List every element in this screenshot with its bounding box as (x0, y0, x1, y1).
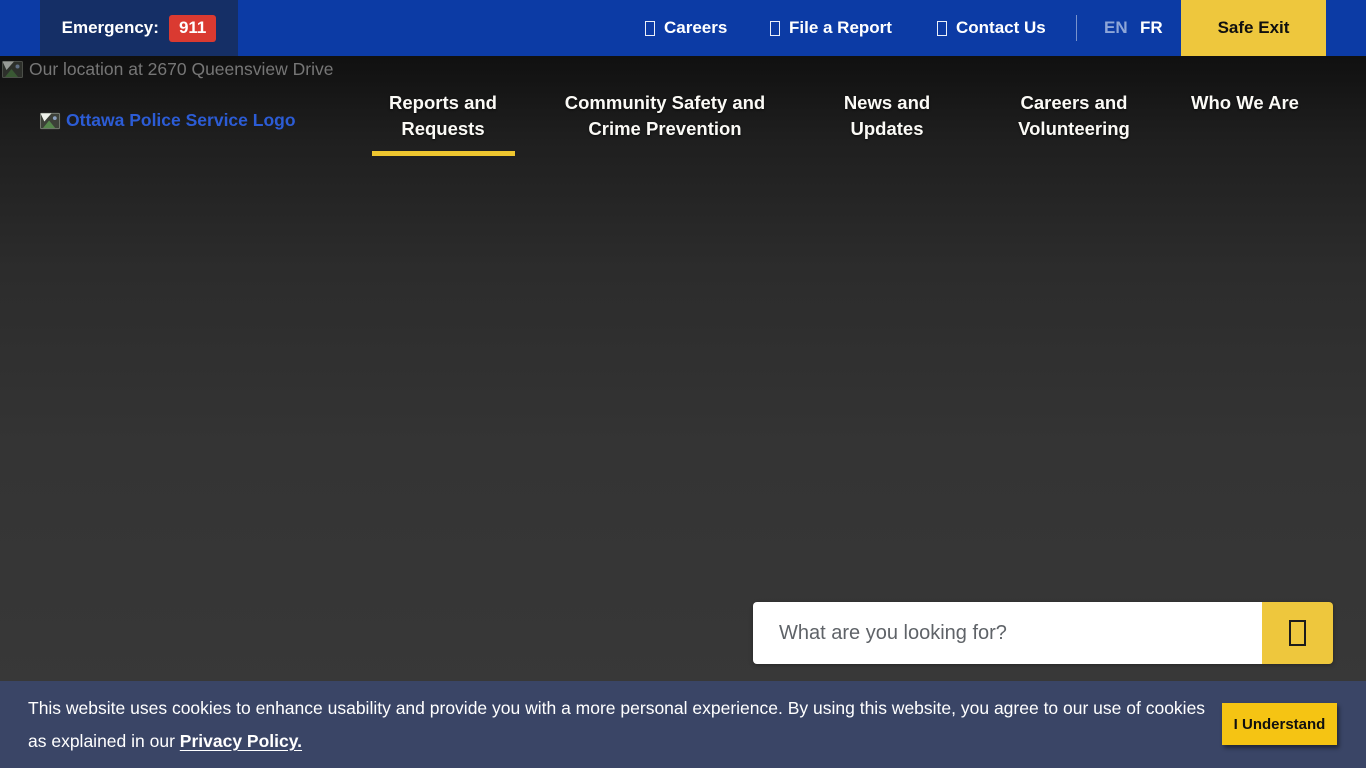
search-button[interactable] (1262, 602, 1333, 664)
emergency-911-badge[interactable]: 911 (169, 15, 216, 42)
logo-alt-text: Ottawa Police Service Logo (66, 110, 296, 131)
hero-image-alt-text: Our location at 2670 Queensview Drive (29, 59, 333, 80)
language-toggle-en[interactable]: EN (1104, 0, 1128, 56)
nav-careers-and-volunteering[interactable]: Careers and Volunteering (1006, 90, 1142, 142)
nav-label: Community Safety and Crime Prevention (565, 92, 765, 139)
topbar-divider (1076, 15, 1077, 41)
nav-news-and-updates[interactable]: News and Updates (831, 90, 943, 142)
search-input[interactable] (753, 602, 1262, 664)
site-logo-link[interactable]: Ottawa Police Service Logo (40, 110, 296, 131)
nav-who-we-are[interactable]: Who We Are (1191, 90, 1299, 116)
careers-link[interactable]: Careers (645, 0, 727, 56)
contact-us-link-label: Contact Us (956, 18, 1046, 38)
file-a-report-link-label: File a Report (789, 18, 892, 38)
broken-image-icon (40, 111, 62, 131)
nav-label: News and Updates (844, 92, 930, 139)
file-a-report-link[interactable]: File a Report (770, 0, 892, 56)
safe-exit-button[interactable]: Safe Exit (1181, 0, 1326, 56)
cookie-consent-banner: This website uses cookies to enhance usa… (0, 681, 1366, 768)
page: Our location at 2670 Queensview Drive Ot… (0, 0, 1366, 768)
nav-reports-and-requests[interactable]: Reports and Requests (363, 90, 523, 156)
contact-us-link[interactable]: Contact Us (937, 0, 1046, 56)
search-icon (1289, 620, 1306, 646)
nav-label: Who We Are (1191, 92, 1299, 113)
file-a-report-icon (770, 21, 780, 36)
nav-label: Reports and Requests (389, 92, 497, 139)
top-utility-bar: Emergency: 911 Careers File a Report Con… (0, 0, 1366, 56)
careers-icon (645, 21, 655, 36)
active-tab-indicator (372, 151, 515, 156)
site-search (753, 602, 1333, 664)
nav-community-safety[interactable]: Community Safety and Crime Prevention (556, 90, 774, 142)
nav-label: Careers and Volunteering (1018, 92, 1130, 139)
language-toggle-fr[interactable]: FR (1140, 0, 1163, 56)
cookie-message: This website uses cookies to enhance usa… (28, 692, 1206, 758)
contact-us-icon (937, 21, 947, 36)
cookie-accept-button[interactable]: I Understand (1222, 703, 1337, 745)
broken-image-icon (2, 59, 25, 80)
careers-link-label: Careers (664, 18, 727, 38)
emergency-label: Emergency: (62, 18, 159, 38)
hero-broken-image: Our location at 2670 Queensview Drive (2, 59, 333, 80)
emergency-banner: Emergency: 911 (40, 0, 238, 56)
privacy-policy-link[interactable]: Privacy Policy. (180, 731, 302, 751)
